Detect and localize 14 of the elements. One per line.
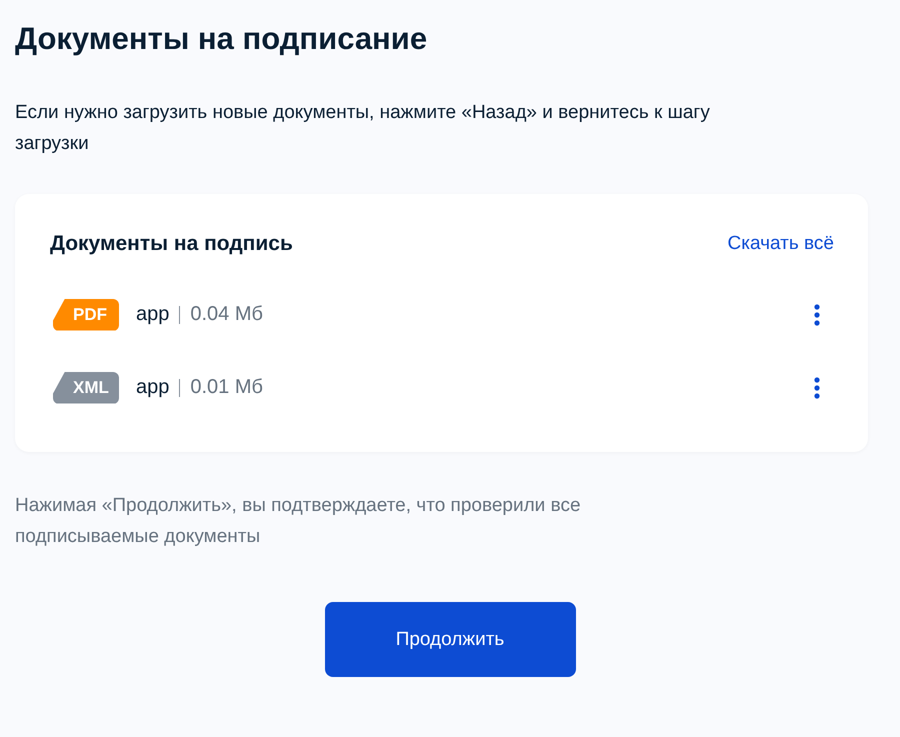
file-type-badge: PDF	[53, 298, 119, 330]
intro-text: Если нужно загрузить новые документы, нажмите «Назад» и вернитесь к шагу загрузки	[15, 101, 711, 156]
confirmation-notice: Нажимая «Продолжить», вы подтверждаете, что проверили все подписываемые документы	[15, 494, 582, 549]
card-title: Документы на подпись	[50, 232, 293, 256]
file-size: 0.04 Мб	[190, 303, 264, 326]
download-all-link[interactable]: Скачать всё	[728, 233, 834, 255]
continue-button[interactable]: Продолжить	[324, 602, 576, 677]
file-name[interactable]: app	[136, 376, 170, 399]
file-type-badge: XML	[53, 372, 119, 404]
file-name[interactable]: app	[136, 303, 170, 326]
more-options-icon[interactable]	[813, 302, 821, 326]
more-options-icon[interactable]	[813, 376, 821, 400]
file-size: 0.01 Мб	[190, 376, 264, 399]
page-title: Документы на подписание	[15, 20, 428, 58]
